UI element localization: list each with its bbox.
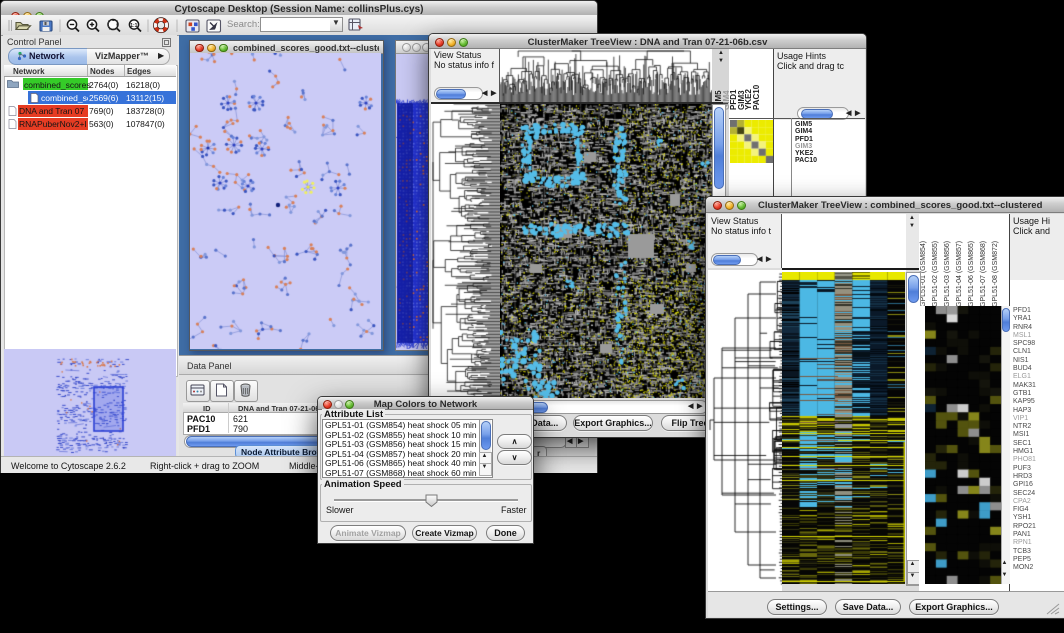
svg-text:1:1: 1:1 — [130, 23, 137, 29]
